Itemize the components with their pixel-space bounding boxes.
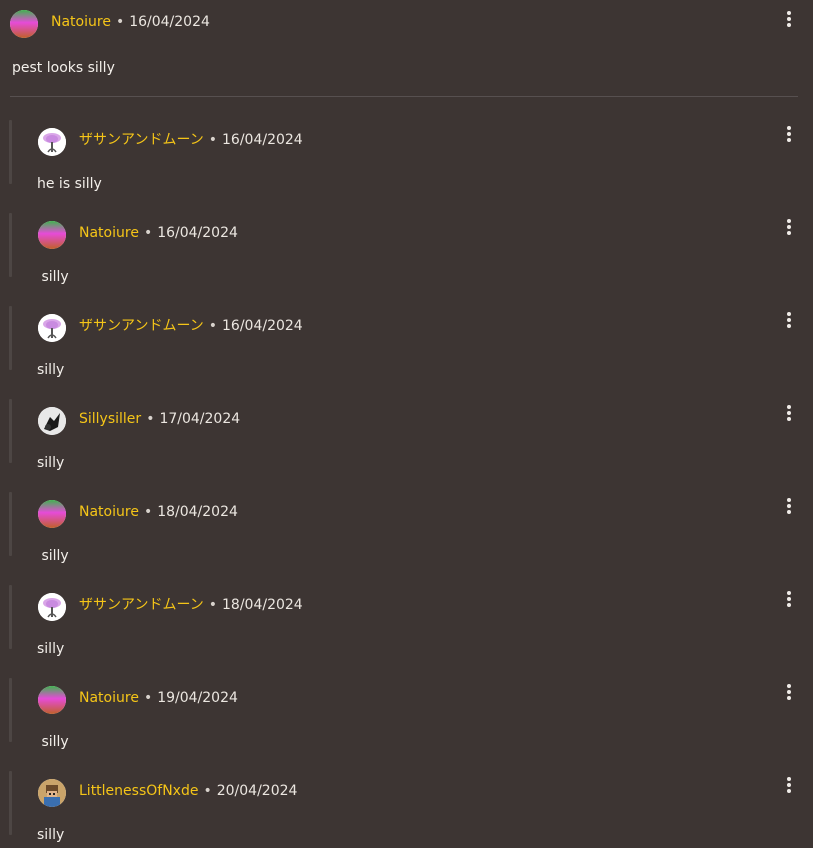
separator: •	[143, 504, 153, 520]
comment-date: 16/04/2024	[157, 225, 238, 241]
avatar[interactable]	[38, 221, 66, 249]
comment-text: pest looks silly	[12, 60, 115, 76]
comment-meta: Natoiure • 19/04/2024	[79, 689, 238, 707]
comment-date: 19/04/2024	[157, 690, 238, 706]
reply-comment: ザサンアンドムーン • 16/04/2024 he is silly	[0, 120, 813, 197]
lavender-flower-avatar-icon	[38, 593, 66, 621]
more-options-icon[interactable]	[782, 404, 796, 424]
comment-text: silly	[37, 827, 65, 843]
separator: •	[208, 597, 218, 613]
lavender-flower-avatar-icon	[38, 314, 66, 342]
avatar[interactable]	[38, 314, 66, 342]
separator: •	[115, 14, 125, 30]
gradient-circle-avatar-icon	[38, 686, 66, 714]
thread-line	[9, 492, 12, 556]
lavender-flower-avatar-icon	[38, 128, 66, 156]
username[interactable]: ザサンアンドムーン	[79, 318, 204, 334]
username[interactable]: LittlenessOfNxde	[79, 783, 198, 799]
comment-text: silly	[37, 548, 69, 564]
separator: •	[208, 318, 218, 334]
more-options-icon[interactable]	[782, 311, 796, 331]
separator: •	[203, 783, 212, 799]
divider	[10, 96, 798, 97]
avatar[interactable]	[38, 128, 66, 156]
comment-meta: ザサンアンドムーン • 16/04/2024	[79, 317, 303, 335]
thread-line	[9, 306, 12, 370]
avatar[interactable]	[38, 686, 66, 714]
username[interactable]: Natoiure	[79, 504, 139, 520]
reply-comment: LittlenessOfNxde • 20/04/2024 silly	[0, 771, 813, 848]
comment-date: 16/04/2024	[129, 14, 210, 30]
thread-line	[9, 771, 12, 835]
comment-text: silly	[37, 362, 65, 378]
comment-text: he is silly	[37, 176, 102, 192]
more-options-icon[interactable]	[782, 125, 796, 145]
reply-comment: Natoiure • 19/04/2024 silly	[0, 678, 813, 755]
more-options-icon[interactable]	[782, 683, 796, 703]
separator: •	[208, 132, 218, 148]
avatar[interactable]	[38, 500, 66, 528]
avatar[interactable]	[38, 407, 66, 435]
comment-date: 18/04/2024	[222, 597, 303, 613]
gradient-circle-avatar-icon	[38, 500, 66, 528]
pixel-character-avatar-icon	[38, 779, 66, 807]
reply-comment: ザサンアンドムーン • 18/04/2024 silly	[0, 585, 813, 662]
more-options-icon[interactable]	[782, 497, 796, 517]
comment-date: 18/04/2024	[157, 504, 238, 520]
comment-meta: Natoiure • 16/04/2024	[79, 224, 238, 242]
comment-text: silly	[37, 455, 65, 471]
gradient-circle-avatar-icon	[38, 221, 66, 249]
comment-date: 16/04/2024	[222, 318, 303, 334]
username[interactable]: Natoiure	[79, 225, 139, 241]
reply-comment: ザサンアンドムーン • 16/04/2024 silly	[0, 306, 813, 383]
more-options-icon[interactable]	[782, 218, 796, 238]
comment-meta: Natoiure • 18/04/2024	[79, 503, 238, 521]
comment-date: 17/04/2024	[159, 411, 241, 427]
thread-line	[9, 399, 12, 463]
comment-meta: Sillysiller • 17/04/2024	[79, 410, 240, 428]
top-comment: Natoiure • 16/04/2024 pest looks silly	[0, 0, 813, 96]
comment-text: silly	[37, 734, 69, 750]
more-options-icon[interactable]	[782, 10, 796, 30]
avatar[interactable]	[38, 593, 66, 621]
separator: •	[146, 411, 155, 427]
comment-meta: ザサンアンドムーン • 16/04/2024	[79, 131, 303, 149]
username[interactable]: Natoiure	[51, 14, 111, 30]
comment-meta: Natoiure • 16/04/2024	[51, 13, 210, 31]
thread-line	[9, 678, 12, 742]
username[interactable]: Sillysiller	[79, 411, 141, 427]
avatar[interactable]	[10, 10, 38, 38]
username[interactable]: ザサンアンドムーン	[79, 132, 204, 148]
username[interactable]: Natoiure	[79, 690, 139, 706]
username[interactable]: ザサンアンドムーン	[79, 597, 204, 613]
more-options-icon[interactable]	[782, 776, 796, 796]
thread-line	[9, 120, 12, 184]
separator: •	[143, 690, 153, 706]
reply-comment: Sillysiller • 17/04/2024 silly	[0, 399, 813, 476]
more-options-icon[interactable]	[782, 590, 796, 610]
avatar[interactable]	[38, 779, 66, 807]
reply-comment: Natoiure • 16/04/2024 silly	[0, 213, 813, 290]
comment-meta: ザサンアンドムーン • 18/04/2024	[79, 596, 303, 614]
gradient-circle-avatar-icon	[10, 10, 38, 38]
thread-line	[9, 585, 12, 649]
thread-line	[9, 213, 12, 277]
bw-figure-avatar-icon	[38, 407, 66, 435]
comment-date: 20/04/2024	[216, 783, 298, 799]
comment-meta: LittlenessOfNxde • 20/04/2024	[79, 782, 297, 800]
separator: •	[143, 225, 153, 241]
reply-comment: Natoiure • 18/04/2024 silly	[0, 492, 813, 569]
comment-text: silly	[37, 641, 65, 657]
comment-date: 16/04/2024	[222, 132, 303, 148]
comment-text: silly	[37, 269, 69, 285]
